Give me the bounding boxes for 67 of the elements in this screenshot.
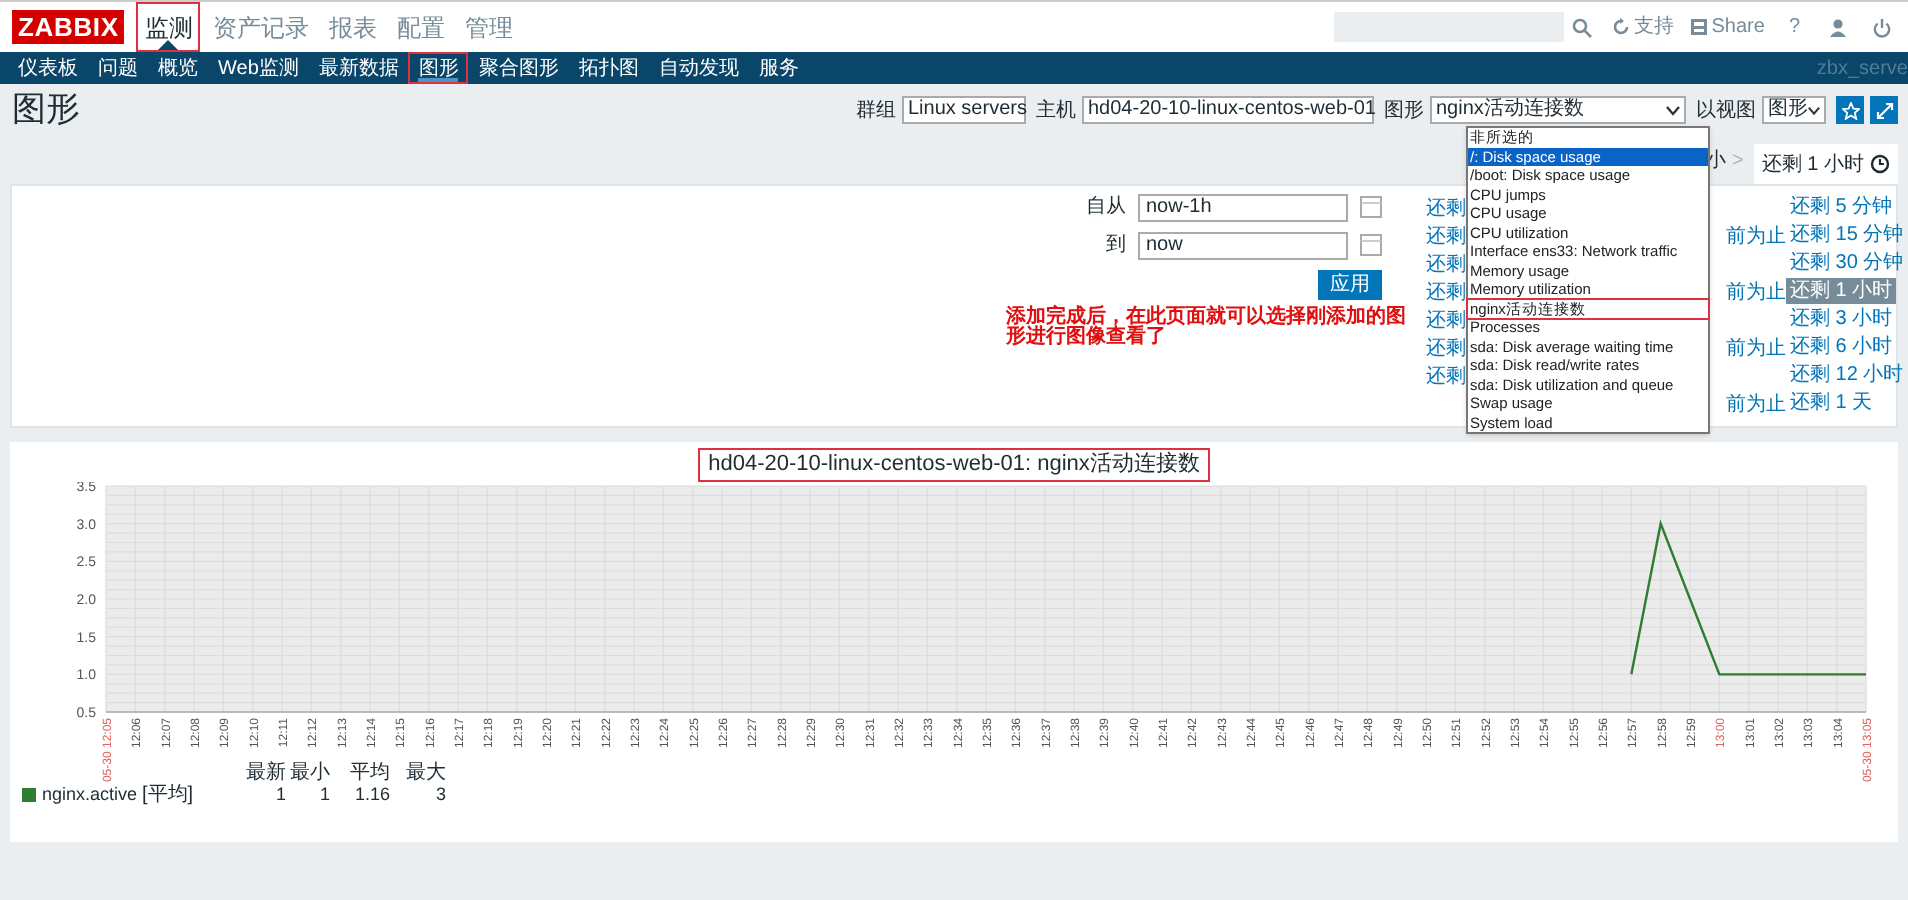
graph-title: hd04-20-10-linux-centos-web-01: nginx活动连接数	[698, 448, 1210, 482]
page-title: 图形	[12, 88, 80, 133]
field-label: 自从	[1086, 193, 1126, 222]
expand-icon	[1875, 101, 1893, 119]
menu-tab[interactable]: 管理	[456, 2, 521, 52]
refresh-icon	[1611, 18, 1630, 36]
subnav-item[interactable]: 问题	[88, 52, 148, 84]
legend-value: 1	[317, 784, 330, 806]
input-field[interactable]: now	[1138, 231, 1348, 259]
help-link[interactable]: ?	[1788, 12, 1800, 42]
filter-select[interactable]: Linux servers	[902, 96, 1026, 124]
subnav-item[interactable]: 服务	[748, 52, 809, 84]
time-tab[interactable]: 还剩 1 小时	[1753, 144, 1898, 184]
fullscreen-button[interactable]	[1870, 96, 1898, 124]
caret-icon	[1808, 105, 1820, 115]
subnav-item[interactable]: Web监测	[208, 52, 309, 84]
menu-tab[interactable]: 配置	[388, 2, 453, 52]
filter-select[interactable]: hd04-20-10-linux-centos-web-01	[1082, 96, 1374, 124]
clock-icon	[1870, 154, 1890, 174]
time-link[interactable]: 还剩 3 小时	[1786, 306, 1897, 332]
calendar-icon	[1360, 196, 1382, 218]
time-link[interactable]: 还剩 5 分钟	[1786, 194, 1897, 220]
filter-label: 群组	[856, 97, 896, 125]
time-link[interactable]: 还剩 12 小时	[1786, 362, 1908, 388]
filter-label: 图形	[1384, 97, 1424, 125]
time-link[interactable]: 还剩 1 天	[1786, 390, 1877, 416]
legend-value: 1	[273, 784, 286, 806]
caret-icon	[1666, 105, 1680, 115]
search-icon	[1571, 17, 1592, 37]
power-icon[interactable]	[1872, 17, 1892, 37]
input-field[interactable]: now-1h	[1138, 193, 1348, 221]
legend-column-header: 平均	[348, 762, 390, 784]
server-name: zbx_serve	[1816, 55, 1908, 83]
subnav-item[interactable]: 聚合图形	[468, 52, 569, 84]
filter-label: 主机	[1036, 97, 1076, 125]
legend-column-header: 最新	[244, 762, 286, 784]
field-label: 到	[1106, 232, 1126, 260]
subnav-item[interactable]: 最新数据	[308, 52, 409, 84]
legend-value: 1.16	[352, 784, 390, 806]
annotation-note: 添加完成后，在此页面就可以选择刚添加的图形进行图像查看了	[1006, 308, 1406, 348]
subnav-item[interactable]: 概览	[148, 52, 208, 84]
time-link[interactable]: 还剩 30 分钟	[1786, 250, 1908, 276]
legend-function: [平均]	[142, 784, 196, 806]
subnav-item[interactable]: 自动发现	[648, 52, 749, 84]
user-icon[interactable]	[1828, 17, 1848, 37]
apply-button[interactable]: 应用	[1318, 270, 1382, 300]
filter-select[interactable]: 图形	[1762, 96, 1826, 124]
legend-column-header: 最大	[404, 762, 446, 784]
legend-item-name: nginx.active	[42, 784, 138, 806]
favorite-button[interactable]	[1836, 96, 1864, 124]
time-link[interactable]: 前为止	[1726, 222, 1786, 250]
time-link[interactable]: 前为止	[1726, 278, 1786, 306]
time-link[interactable]: 前为止	[1726, 390, 1786, 418]
star-icon	[1841, 101, 1859, 119]
time-link[interactable]: 还剩 6 小时	[1786, 334, 1897, 360]
share-icon	[1689, 18, 1708, 36]
calendar-icon	[1360, 234, 1382, 256]
logo[interactable]: ZABBIX	[12, 10, 125, 44]
time-link[interactable]: 前为止	[1726, 334, 1786, 362]
subnav-item[interactable]: 仪表板	[8, 52, 88, 84]
legend-column-header: 最小	[288, 762, 330, 784]
subnav-item[interactable]: 图形	[408, 52, 469, 84]
legend-value: 3	[433, 784, 446, 806]
filter-label: 以视图	[1696, 97, 1756, 125]
filter-select[interactable]: nginx活动连接数	[1430, 96, 1686, 124]
subnav-item[interactable]: 拓扑图	[568, 52, 649, 84]
time-link[interactable]: 还剩 15 分钟	[1786, 222, 1908, 248]
